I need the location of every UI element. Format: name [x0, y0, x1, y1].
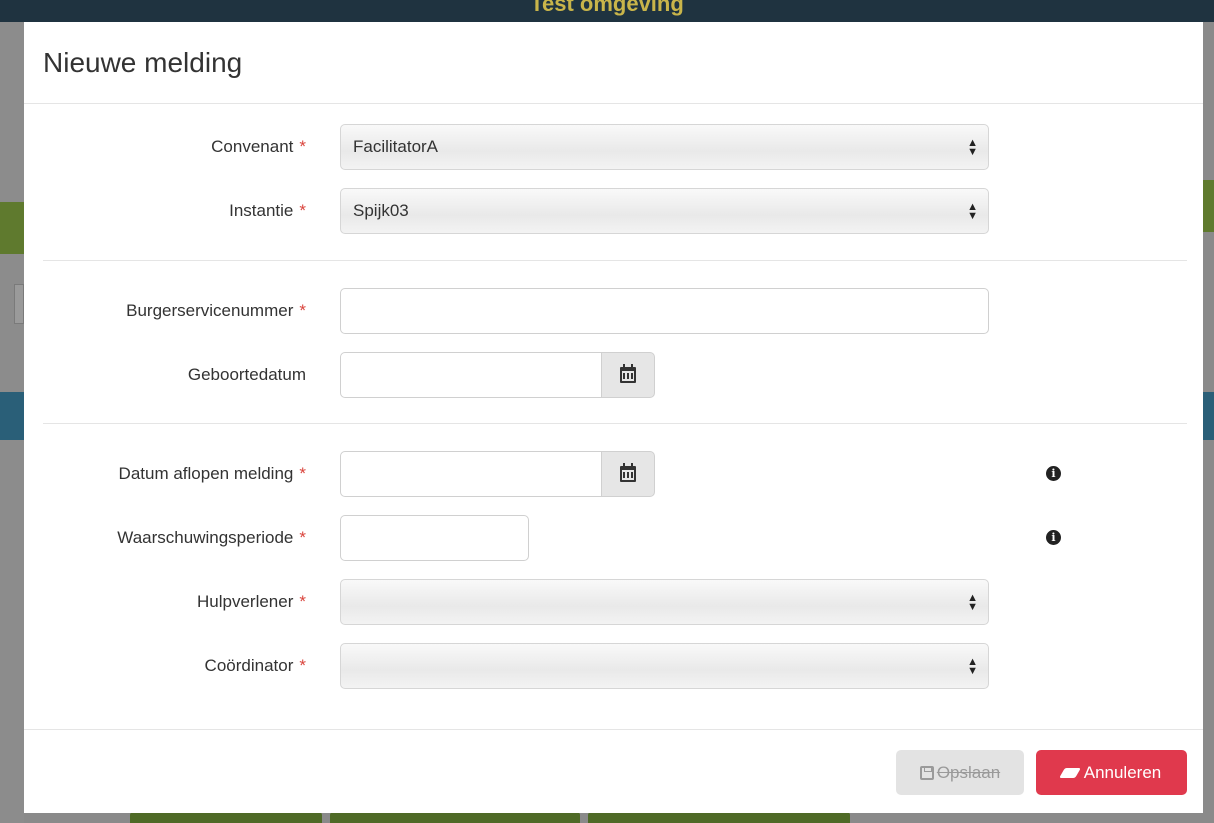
calendar-icon	[620, 463, 636, 482]
background-blue-bar	[1203, 392, 1214, 440]
background-right-strip	[1203, 22, 1214, 823]
new-report-modal: Nieuwe melding Convenant * FacilitatorA ▲…	[24, 22, 1203, 813]
waarschuwingsperiode-row: Waarschuwingsperiode * i	[24, 515, 1203, 561]
coordinator-label: Coördinator *	[204, 656, 306, 675]
background-topbar: Test omgeving	[0, 0, 1214, 22]
bsn-label: Burgerservicenummer *	[126, 301, 306, 320]
waarschuwingsperiode-input[interactable]	[340, 515, 529, 561]
background-left-strip	[0, 22, 24, 823]
modal-header: Nieuwe melding	[24, 22, 1203, 104]
geboortedatum-calendar-button[interactable]	[601, 352, 655, 398]
waarschuwingsperiode-label: Waarschuwingsperiode *	[117, 528, 306, 547]
instantie-row: Instantie * Spijk03 ▲ ▼	[24, 188, 1203, 234]
required-marker: *	[299, 137, 306, 156]
required-marker: *	[299, 301, 306, 320]
save-button-label: Opslaan	[936, 763, 1001, 782]
environment-label: Test omgeving	[530, 0, 684, 16]
background-button	[588, 812, 850, 823]
background-green-bar	[0, 202, 24, 254]
background-field	[14, 284, 24, 324]
instantie-selected-value: Spijk03	[353, 201, 409, 220]
hulpverlener-label: Hulpverlener *	[196, 592, 306, 611]
sort-arrows-icon: ▲ ▼	[967, 656, 978, 677]
convenant-select[interactable]: FacilitatorA ▲ ▼	[340, 124, 989, 170]
hulpverlener-select[interactable]: ▲ ▼	[340, 579, 989, 625]
required-marker: *	[299, 201, 306, 220]
background-button	[330, 812, 580, 823]
modal-title: Nieuwe melding	[43, 46, 243, 78]
instantie-label: Instantie *	[229, 201, 306, 220]
background-green-bar	[1203, 180, 1214, 232]
bsn-input[interactable]	[340, 288, 989, 334]
modal-footer: Opslaan Annuleren	[24, 729, 1203, 813]
required-marker: *	[299, 592, 306, 611]
convenant-label: Convenant *	[211, 137, 306, 156]
info-icon[interactable]: i	[1046, 530, 1061, 545]
required-marker: *	[299, 656, 306, 675]
instantie-select[interactable]: Spijk03 ▲ ▼	[340, 188, 989, 234]
calendar-icon	[620, 364, 636, 383]
datum-aflopen-row: Datum aflopen melding * i	[24, 451, 1203, 497]
floppy-disk-icon	[919, 766, 934, 780]
coordinator-row: Coördinator * ▲ ▼	[24, 643, 1203, 689]
datum-aflopen-label: Datum aflopen melding *	[118, 464, 306, 483]
datum-aflopen-input[interactable]	[340, 451, 602, 497]
sort-arrows-icon: ▲ ▼	[967, 592, 978, 613]
required-marker: *	[299, 464, 306, 483]
datum-aflopen-date-picker	[340, 451, 655, 497]
required-marker: *	[299, 528, 306, 547]
geboortedatum-row: Geboortedatum	[24, 352, 1203, 398]
section-divider	[43, 423, 1187, 424]
background-button	[130, 812, 322, 823]
background-blue-bar	[0, 392, 24, 440]
eraser-icon	[1058, 768, 1081, 778]
hulpverlener-row: Hulpverlener * ▲ ▼	[24, 579, 1203, 625]
sort-arrows-icon: ▲ ▼	[967, 137, 978, 158]
datum-aflopen-calendar-button[interactable]	[601, 451, 655, 497]
convenant-selected-value: FacilitatorA	[353, 137, 439, 156]
info-icon[interactable]: i	[1046, 466, 1061, 481]
coordinator-select[interactable]: ▲ ▼	[340, 643, 989, 689]
bsn-row: Burgerservicenummer *	[24, 288, 1203, 334]
save-button[interactable]: Opslaan	[896, 750, 1024, 795]
geboortedatum-input[interactable]	[340, 352, 602, 398]
geboortedatum-date-picker	[340, 352, 655, 398]
section-divider	[43, 260, 1187, 261]
geboortedatum-label: Geboortedatum	[187, 365, 306, 384]
convenant-row: Convenant * FacilitatorA ▲ ▼	[24, 124, 1203, 170]
sort-arrows-icon: ▲ ▼	[967, 201, 978, 222]
cancel-button-label: Annuleren	[1083, 763, 1162, 782]
cancel-button[interactable]: Annuleren	[1036, 750, 1187, 795]
